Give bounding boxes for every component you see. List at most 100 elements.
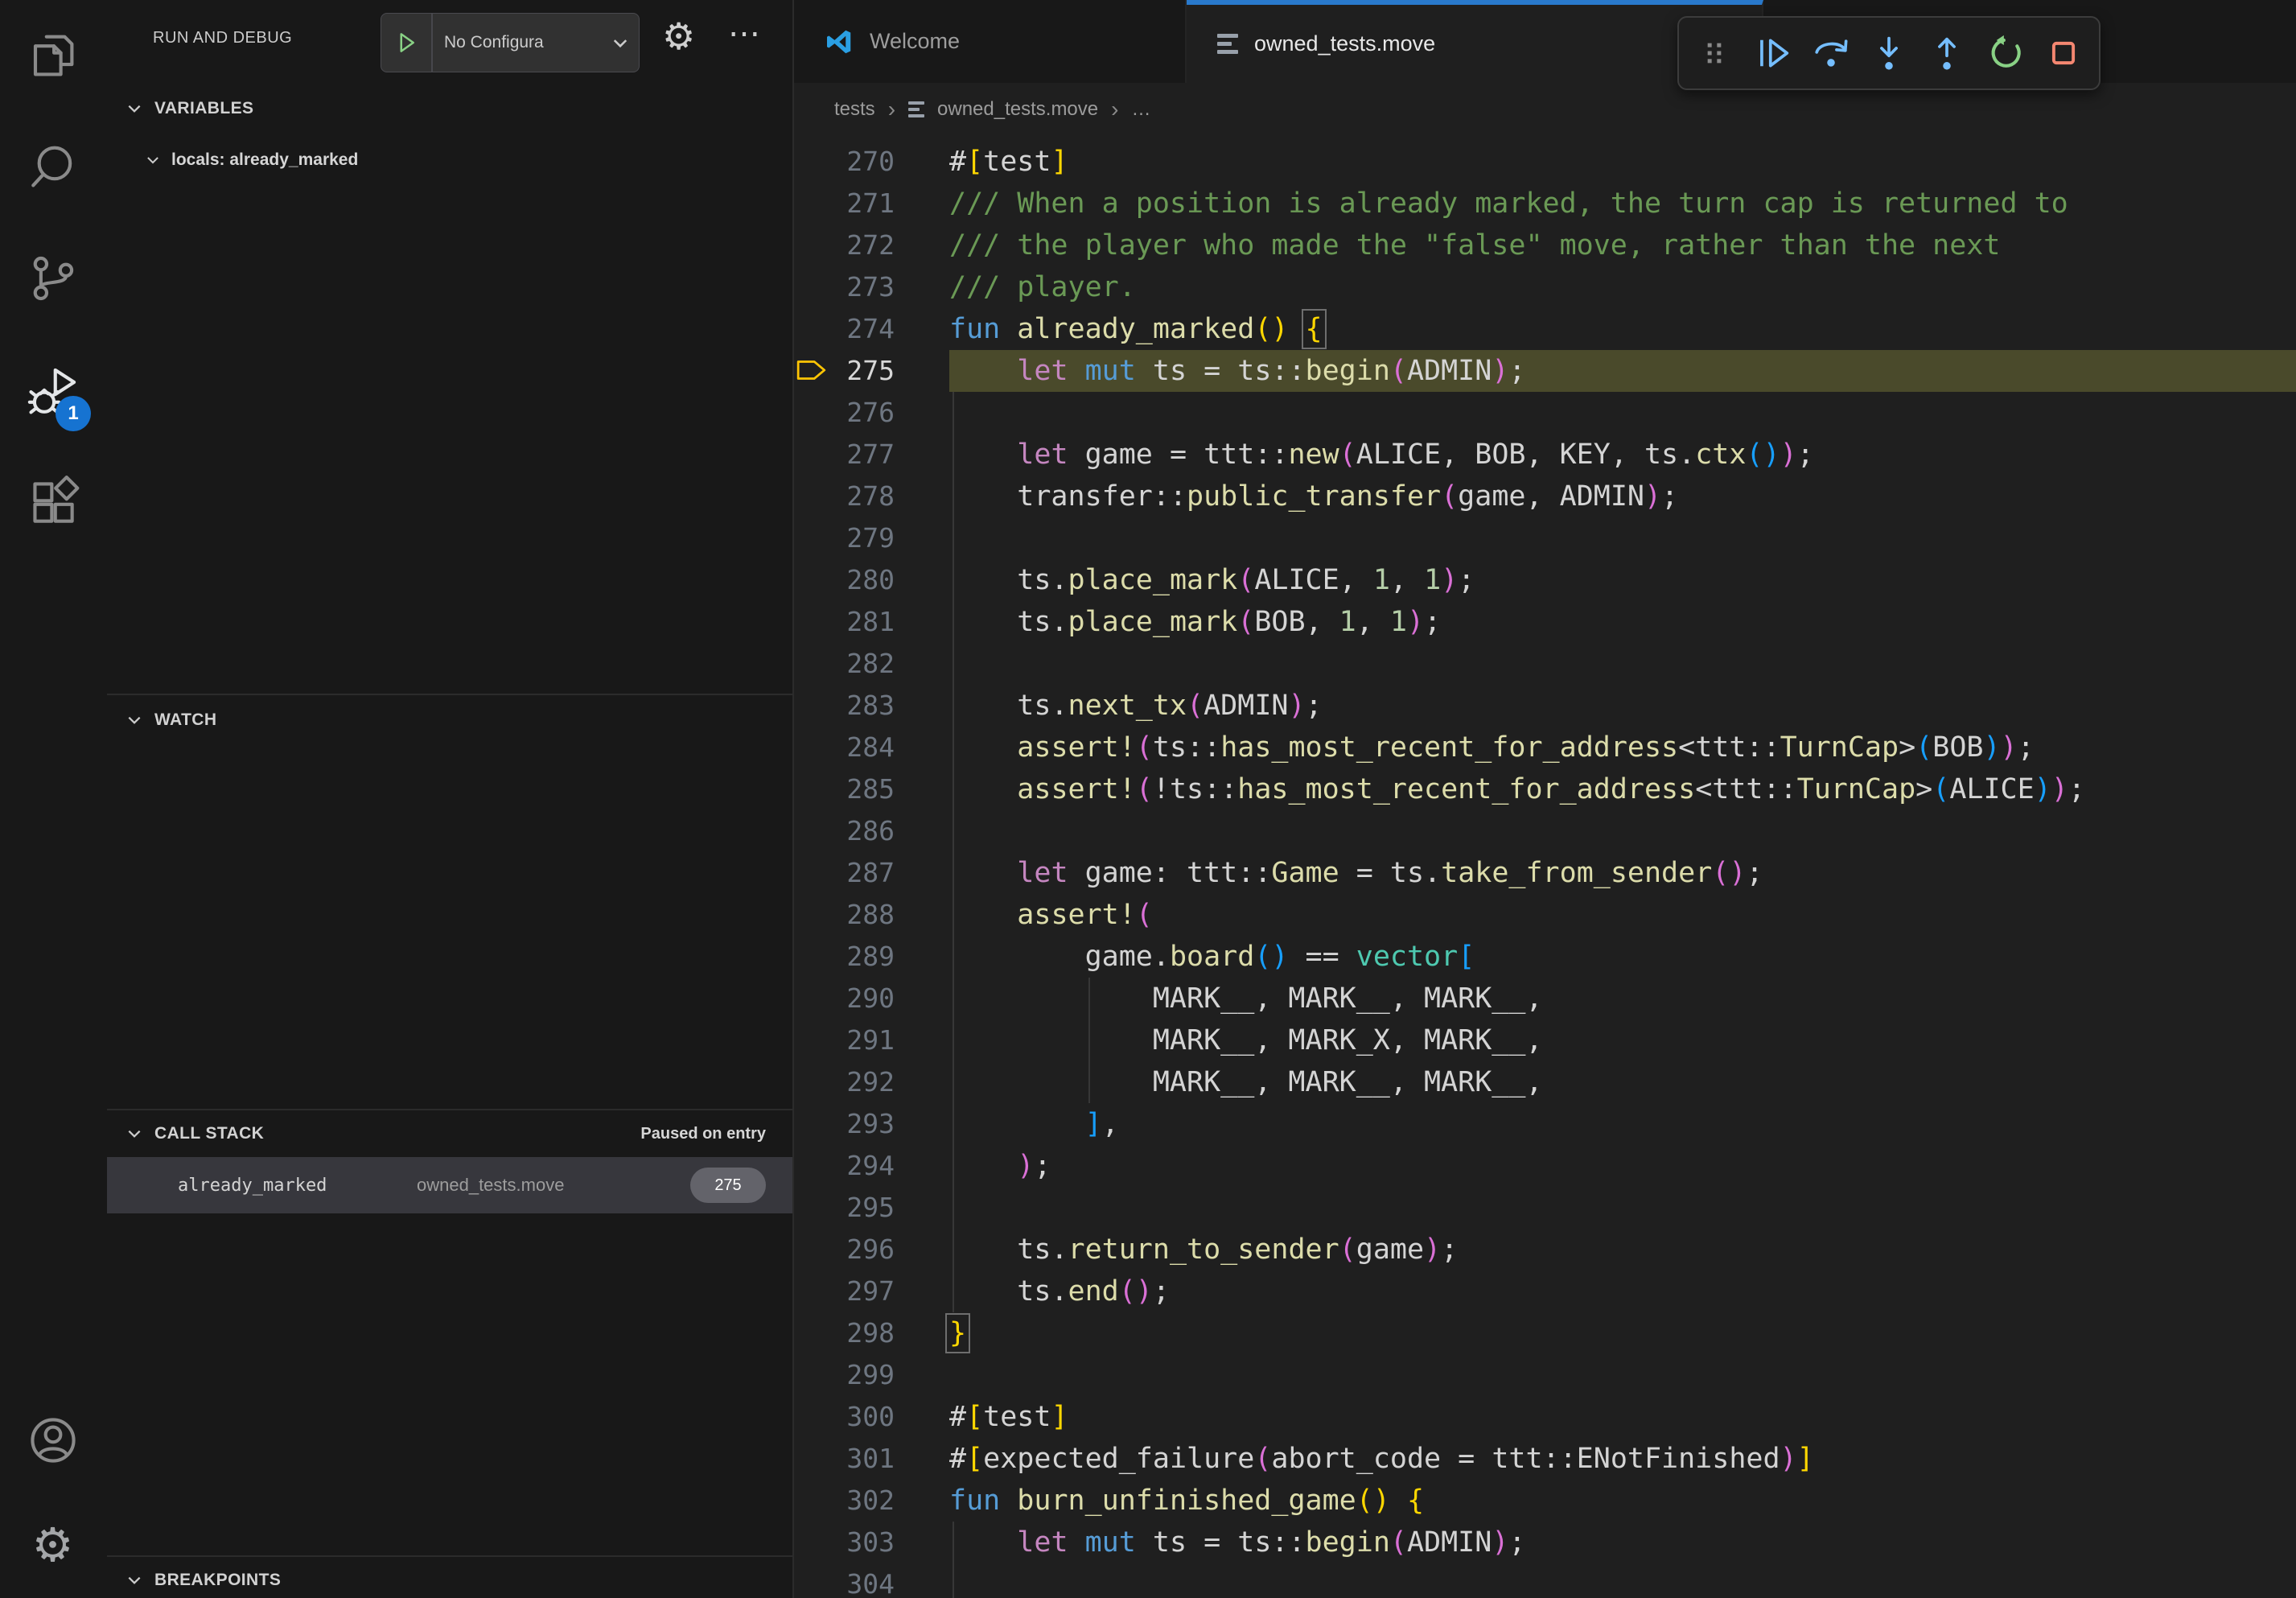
code-line[interactable]: 281 ts.place_mark(BOB, 1, 1); [794,601,2296,643]
code-line[interactable]: 275 let mut ts = ts::begin(ADMIN); [794,350,2296,392]
toolbar-drag-handle[interactable] [1692,31,1737,76]
line-number[interactable]: 301 [794,1438,949,1480]
line-number[interactable]: 275 [794,350,949,392]
line-number[interactable]: 272 [794,224,949,266]
line-number[interactable]: 285 [794,768,949,810]
line-number[interactable]: 287 [794,852,949,894]
code-line[interactable]: 283 ts.next_tx(ADMIN); [794,685,2296,727]
call-stack-frame[interactable]: already_marked owned_tests.move 275 [107,1157,792,1213]
breadcrumb-more[interactable]: … [1131,98,1150,121]
line-number[interactable]: 278 [794,476,949,517]
line-number[interactable]: 271 [794,183,949,224]
code-line-content[interactable]: assert!( [949,894,2296,936]
code-line-content[interactable] [949,517,2296,559]
line-number[interactable]: 288 [794,894,949,936]
code-line[interactable]: 292 MARK__, MARK__, MARK__, [794,1061,2296,1103]
code-line-content[interactable]: fun already_marked() { [949,308,2296,350]
line-number[interactable]: 283 [794,685,949,727]
breakpoints-section-header[interactable]: BREAKPOINTS [125,1562,281,1598]
code-line-content[interactable] [949,392,2296,434]
code-line-content[interactable]: let game = ttt::new(ALICE, BOB, KEY, ts.… [949,434,2296,476]
code-line[interactable]: 304 [794,1563,2296,1598]
code-line[interactable]: 282 [794,643,2296,685]
code-line[interactable]: 278 transfer::public_transfer(game, ADMI… [794,476,2296,517]
code-line[interactable]: 291 MARK__, MARK_X, MARK__, [794,1019,2296,1061]
code-line[interactable]: 300#[test] [794,1396,2296,1438]
code-line[interactable]: 272/// the player who made the "false" m… [794,224,2296,266]
code-line-content[interactable]: assert!(ts::has_most_recent_for_address<… [949,727,2296,768]
code-line[interactable]: 274fun already_marked() { [794,308,2296,350]
line-number[interactable]: 297 [794,1271,949,1312]
code-line[interactable]: 288 assert!( [794,894,2296,936]
code-line-content[interactable]: ts.next_tx(ADMIN); [949,685,2296,727]
stop-icon[interactable] [2041,31,2086,76]
line-number[interactable]: 279 [794,517,949,559]
code-line[interactable]: 299 [794,1354,2296,1396]
code-line[interactable]: 289 game.board() == vector[ [794,936,2296,978]
line-number[interactable]: 270 [794,141,949,183]
line-number[interactable]: 284 [794,727,949,768]
code-line[interactable]: 293 ], [794,1103,2296,1145]
code-line-content[interactable]: ts.place_mark(BOB, 1, 1); [949,601,2296,643]
restart-icon[interactable] [1983,31,2028,76]
line-number[interactable]: 294 [794,1145,949,1187]
code-line[interactable]: 296 ts.return_to_sender(game); [794,1229,2296,1271]
line-number[interactable]: 286 [794,810,949,852]
code-line-content[interactable]: /// When a position is already marked, t… [949,183,2296,224]
line-number[interactable]: 292 [794,1061,949,1103]
code-line-content[interactable]: #[test] [949,141,2296,183]
line-number[interactable]: 299 [794,1354,949,1396]
code-line[interactable]: 270#[test] [794,141,2296,183]
code-line[interactable]: 290 MARK__, MARK__, MARK__, [794,978,2296,1019]
line-number[interactable]: 282 [794,643,949,685]
line-number[interactable]: 273 [794,266,949,308]
code-line[interactable]: 280 ts.place_mark(ALICE, 1, 1); [794,559,2296,601]
debug-config-dropdown[interactable]: No Configura [381,13,640,72]
line-number[interactable]: 277 [794,434,949,476]
line-number[interactable]: 281 [794,601,949,643]
code-line-content[interactable]: } [949,1312,2296,1354]
more-actions-icon[interactable]: ⋯ [728,18,760,50]
variables-locals-row[interactable]: locals: already_marked [144,142,358,179]
code-line-content[interactable] [949,1563,2296,1598]
step-over-icon[interactable] [1808,31,1854,76]
code-line-content[interactable] [949,643,2296,685]
code-line-content[interactable]: MARK__, MARK__, MARK__, [949,978,2296,1019]
line-number[interactable]: 300 [794,1396,949,1438]
debug-settings-gear-icon[interactable]: ⚙ [662,18,695,55]
line-number[interactable]: 304 [794,1563,949,1598]
code-line[interactable]: 298} [794,1312,2296,1354]
line-number[interactable]: 290 [794,978,949,1019]
start-debug-icon[interactable] [381,14,431,72]
call-stack-section-header[interactable]: CALL STACK [125,1115,264,1152]
line-number[interactable]: 293 [794,1103,949,1145]
line-number[interactable]: 295 [794,1187,949,1229]
code-line-content[interactable]: fun burn_unfinished_game() { [949,1480,2296,1522]
code-line[interactable]: 295 [794,1187,2296,1229]
continue-icon[interactable] [1751,31,1796,76]
explorer-icon[interactable] [0,29,105,82]
code-line[interactable]: 286 [794,810,2296,852]
code-line[interactable]: 279 [794,517,2296,559]
code-line-content[interactable]: MARK__, MARK_X, MARK__, [949,1019,2296,1061]
code-line-content[interactable]: /// player. [949,266,2296,308]
breadcrumb-folder[interactable]: tests [834,98,875,121]
line-number[interactable]: 296 [794,1229,949,1271]
line-number[interactable]: 280 [794,559,949,601]
code-line[interactable]: 277 let game = ttt::new(ALICE, BOB, KEY,… [794,434,2296,476]
code-line[interactable]: 284 assert!(ts::has_most_recent_for_addr… [794,727,2296,768]
code-line[interactable]: 302fun burn_unfinished_game() { [794,1480,2296,1522]
code-line[interactable]: 294 ); [794,1145,2296,1187]
code-line-content[interactable]: let mut ts = ts::begin(ADMIN); [949,350,2296,392]
line-number[interactable]: 303 [794,1522,949,1563]
line-number[interactable]: 274 [794,308,949,350]
watch-section-header[interactable]: WATCH [125,702,216,739]
step-out-icon[interactable] [1924,31,1969,76]
extensions-icon[interactable] [0,476,105,529]
code-line-content[interactable]: ts.end(); [949,1271,2296,1312]
code-line-content[interactable] [949,810,2296,852]
line-number[interactable]: 276 [794,392,949,434]
code-line-content[interactable]: game.board() == vector[ [949,936,2296,978]
code-line[interactable]: 273/// player. [794,266,2296,308]
code-line[interactable]: 301#[expected_failure(abort_code = ttt::… [794,1438,2296,1480]
